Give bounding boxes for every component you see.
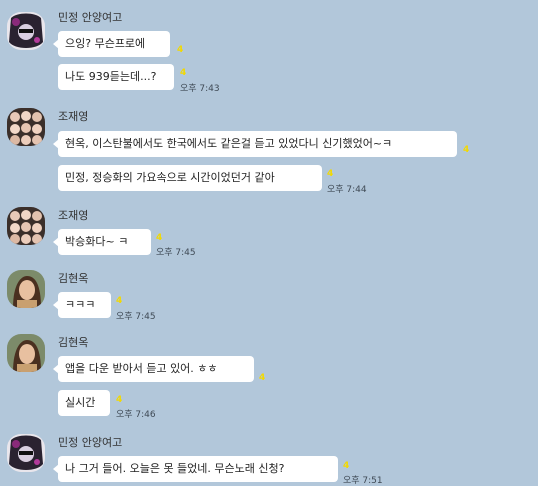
avatar-woman-icon[interactable] xyxy=(7,334,45,372)
message-time: 오후 7:51 xyxy=(343,476,383,486)
message-row: 현옥, 이스탄불에서도 한국에서도 같은걸 듣고 있었다니 신기했었어~ㅋ 4 xyxy=(53,131,478,157)
message-bubble[interactable]: 나 그거 들어. 오늘은 못 들었네. 무슨노래 신청? xyxy=(53,456,338,482)
avatar-dark-icon[interactable] xyxy=(7,434,45,472)
message-row: 으잉? 무슨프로에 4 xyxy=(53,31,198,57)
message-bubble[interactable]: 실시간 xyxy=(58,390,110,416)
message-time: 오후 7:45 xyxy=(116,312,156,322)
avatar-group-icon[interactable] xyxy=(7,207,45,245)
message-time: 오후 7:45 xyxy=(156,248,196,258)
message-row: 실시간 4 오후 7:46 xyxy=(58,390,188,420)
message-bubble[interactable]: 으잉? 무슨프로에 xyxy=(53,31,170,57)
unread-count: 4 xyxy=(177,45,184,55)
unread-count: 4 xyxy=(156,233,163,243)
message-bubble[interactable]: 박승화다~ ㅋ xyxy=(53,229,151,255)
message-row: 민정, 정승화의 가요속으로 시간이었던거 같아 4 오후 7:44 xyxy=(58,165,388,195)
message-bubble[interactable]: 앱을 다운 받아서 듣고 있어. ㅎㅎ xyxy=(53,356,254,382)
message-time: 오후 7:44 xyxy=(327,185,367,195)
message-bubble[interactable]: 민정, 정승화의 가요속으로 시간이었던거 같아 xyxy=(58,165,322,191)
message-time: 오후 7:43 xyxy=(180,84,220,94)
unread-count: 4 xyxy=(343,461,350,471)
sender-name: 김현옥 xyxy=(58,336,89,349)
message-bubble[interactable]: ㅋㅋㅋ xyxy=(53,292,111,318)
unread-count: 4 xyxy=(180,68,187,78)
unread-count: 4 xyxy=(259,373,266,383)
message-row: ㅋㅋㅋ 4 오후 7:45 xyxy=(53,292,188,322)
unread-count: 4 xyxy=(327,169,334,179)
message-row: 나도 939듣는데...? 4 오후 7:43 xyxy=(58,64,258,94)
sender-name: 조재영 xyxy=(58,209,89,222)
sender-name: 김현옥 xyxy=(58,272,89,285)
message-row: 박승화다~ ㅋ 4 오후 7:45 xyxy=(53,229,228,258)
message-row: 앱을 다운 받아서 듣고 있어. ㅎㅎ 4 xyxy=(53,356,278,383)
message-row: 나 그거 들어. 오늘은 못 들었네. 무슨노래 신청? 4 오후 7:51 xyxy=(53,456,458,486)
unread-count: 4 xyxy=(463,145,470,155)
unread-count: 4 xyxy=(116,395,123,405)
unread-count: 4 xyxy=(116,296,123,306)
message-time: 오후 7:46 xyxy=(116,410,156,420)
message-bubble[interactable]: 현옥, 이스탄불에서도 한국에서도 같은걸 듣고 있었다니 신기했었어~ㅋ xyxy=(53,131,457,157)
avatar-group-icon[interactable] xyxy=(7,108,45,146)
sender-name: 조재영 xyxy=(58,110,89,123)
sender-name: 민정 안양여고 xyxy=(58,436,123,449)
sender-name: 민정 안양여고 xyxy=(58,11,123,24)
message-bubble[interactable]: 나도 939듣는데...? xyxy=(58,64,174,90)
avatar-dark-icon[interactable] xyxy=(7,12,45,50)
avatar-woman-icon[interactable] xyxy=(7,270,45,308)
